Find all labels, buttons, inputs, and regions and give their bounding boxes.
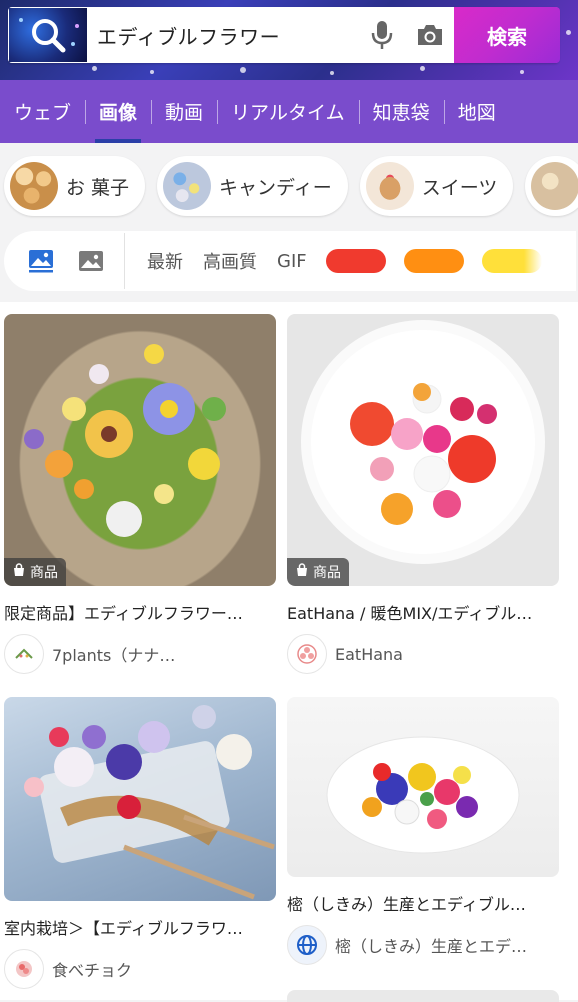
result-card[interactable]: 室内栽培＞【エディブルフラワ… 食べチョク xyxy=(4,697,276,989)
result-title[interactable]: 樒（しきみ）生産とエディブル… xyxy=(287,891,559,915)
search-input[interactable]: エディブルフラワー xyxy=(87,21,358,50)
chip-label: キャンディー xyxy=(219,176,332,199)
tab-images[interactable]: 画像 xyxy=(85,80,151,143)
filter-gif[interactable]: GIF xyxy=(277,251,307,272)
tab-realtime[interactable]: リアルタイム xyxy=(217,80,359,143)
badge-label: 商品 xyxy=(313,565,341,581)
result-title[interactable]: 室内栽培＞【エディブルフラワ… xyxy=(4,915,276,939)
product-badge: 商品 xyxy=(287,558,349,586)
site-favicon-icon xyxy=(287,634,327,674)
related-chips: お 菓子 キャンディー スイーツ xyxy=(0,143,578,229)
filter-high-quality[interactable]: 高画質 xyxy=(203,248,257,274)
chip-thumbnail xyxy=(531,162,578,210)
chip-sweets[interactable]: スイーツ xyxy=(359,156,514,216)
chip-thumbnail xyxy=(163,162,212,210)
filter-latest[interactable]: 最新 xyxy=(147,248,183,274)
photo-filter-icon[interactable] xyxy=(66,236,116,286)
filter-bar: 最新 高画質 GIF xyxy=(4,231,576,291)
search-bar: エディブルフラワー 検索 xyxy=(8,7,560,63)
color-filter-yellow[interactable] xyxy=(481,249,542,273)
site-favicon-icon xyxy=(4,949,44,989)
chip-thumbnail xyxy=(365,162,414,210)
source-name: 7plants（ナナ… xyxy=(52,646,176,665)
shopping-bag-icon xyxy=(295,563,309,581)
site-favicon-icon xyxy=(4,634,44,674)
image-filter-icon[interactable] xyxy=(16,236,66,286)
tab-map[interactable]: 地図 xyxy=(443,80,510,143)
search-button[interactable]: 検索 xyxy=(454,7,560,63)
source-name: EatHana xyxy=(335,644,403,664)
color-filter-red[interactable] xyxy=(325,249,386,273)
chip-label: スイーツ xyxy=(421,176,498,199)
camera-icon[interactable] xyxy=(406,8,454,62)
product-badge: 商品 xyxy=(4,558,66,586)
result-image[interactable]: 商品 xyxy=(4,314,276,586)
chip-thumbnail xyxy=(10,162,58,210)
globe-icon xyxy=(287,925,327,965)
tab-videos[interactable]: 動画 xyxy=(151,80,217,143)
tab-web[interactable]: ウェブ xyxy=(0,80,85,143)
filter-divider xyxy=(124,233,125,289)
badge-label: 商品 xyxy=(30,565,58,581)
source-name: 樒（しきみ）生産とエデ… xyxy=(335,937,528,956)
search-header: エディブルフラワー 検索 xyxy=(0,0,578,80)
chip-candy[interactable]: キャンディー xyxy=(157,156,348,216)
result-image[interactable] xyxy=(4,697,276,901)
source-name: 食べチョク xyxy=(52,961,133,980)
image-results: 商品 限定商品】エディブルフラワー… 7plants（ナナ… 商品 EatHan… xyxy=(0,302,578,1002)
result-title[interactable]: 限定商品】エディブルフラワー… xyxy=(4,600,276,624)
result-source[interactable]: 樒（しきみ）生産とエデ… xyxy=(287,925,559,965)
search-logo-icon[interactable] xyxy=(9,8,87,62)
chip-more[interactable] xyxy=(525,156,578,216)
result-title[interactable]: EatHana / 暖色MIX/エディブル… xyxy=(287,600,559,624)
search-type-tabs: ウェブ 画像 動画 リアルタイム 知恵袋 地図 xyxy=(0,80,578,143)
mic-icon[interactable] xyxy=(358,8,406,62)
result-image[interactable]: 商品 xyxy=(287,314,559,586)
result-card[interactable]: 商品 EatHana / 暖色MIX/エディブル… EatHana xyxy=(287,314,559,674)
result-image[interactable] xyxy=(287,697,559,877)
shopping-bag-icon xyxy=(12,563,26,581)
chip-label: お 菓子 xyxy=(66,176,130,199)
result-source[interactable]: 食べチョク xyxy=(4,949,276,989)
result-source[interactable]: EatHana xyxy=(287,634,559,674)
result-card-partial[interactable] xyxy=(287,990,559,1002)
chip-okashi[interactable]: お 菓子 xyxy=(4,156,146,216)
tab-chiebukuro[interactable]: 知恵袋 xyxy=(358,80,444,143)
result-card[interactable]: 樒（しきみ）生産とエディブル… 樒（しきみ）生産とエデ… xyxy=(287,697,559,965)
result-card[interactable]: 商品 限定商品】エディブルフラワー… 7plants（ナナ… xyxy=(4,314,276,674)
color-filter-orange[interactable] xyxy=(403,249,464,273)
result-source[interactable]: 7plants（ナナ… xyxy=(4,634,276,674)
